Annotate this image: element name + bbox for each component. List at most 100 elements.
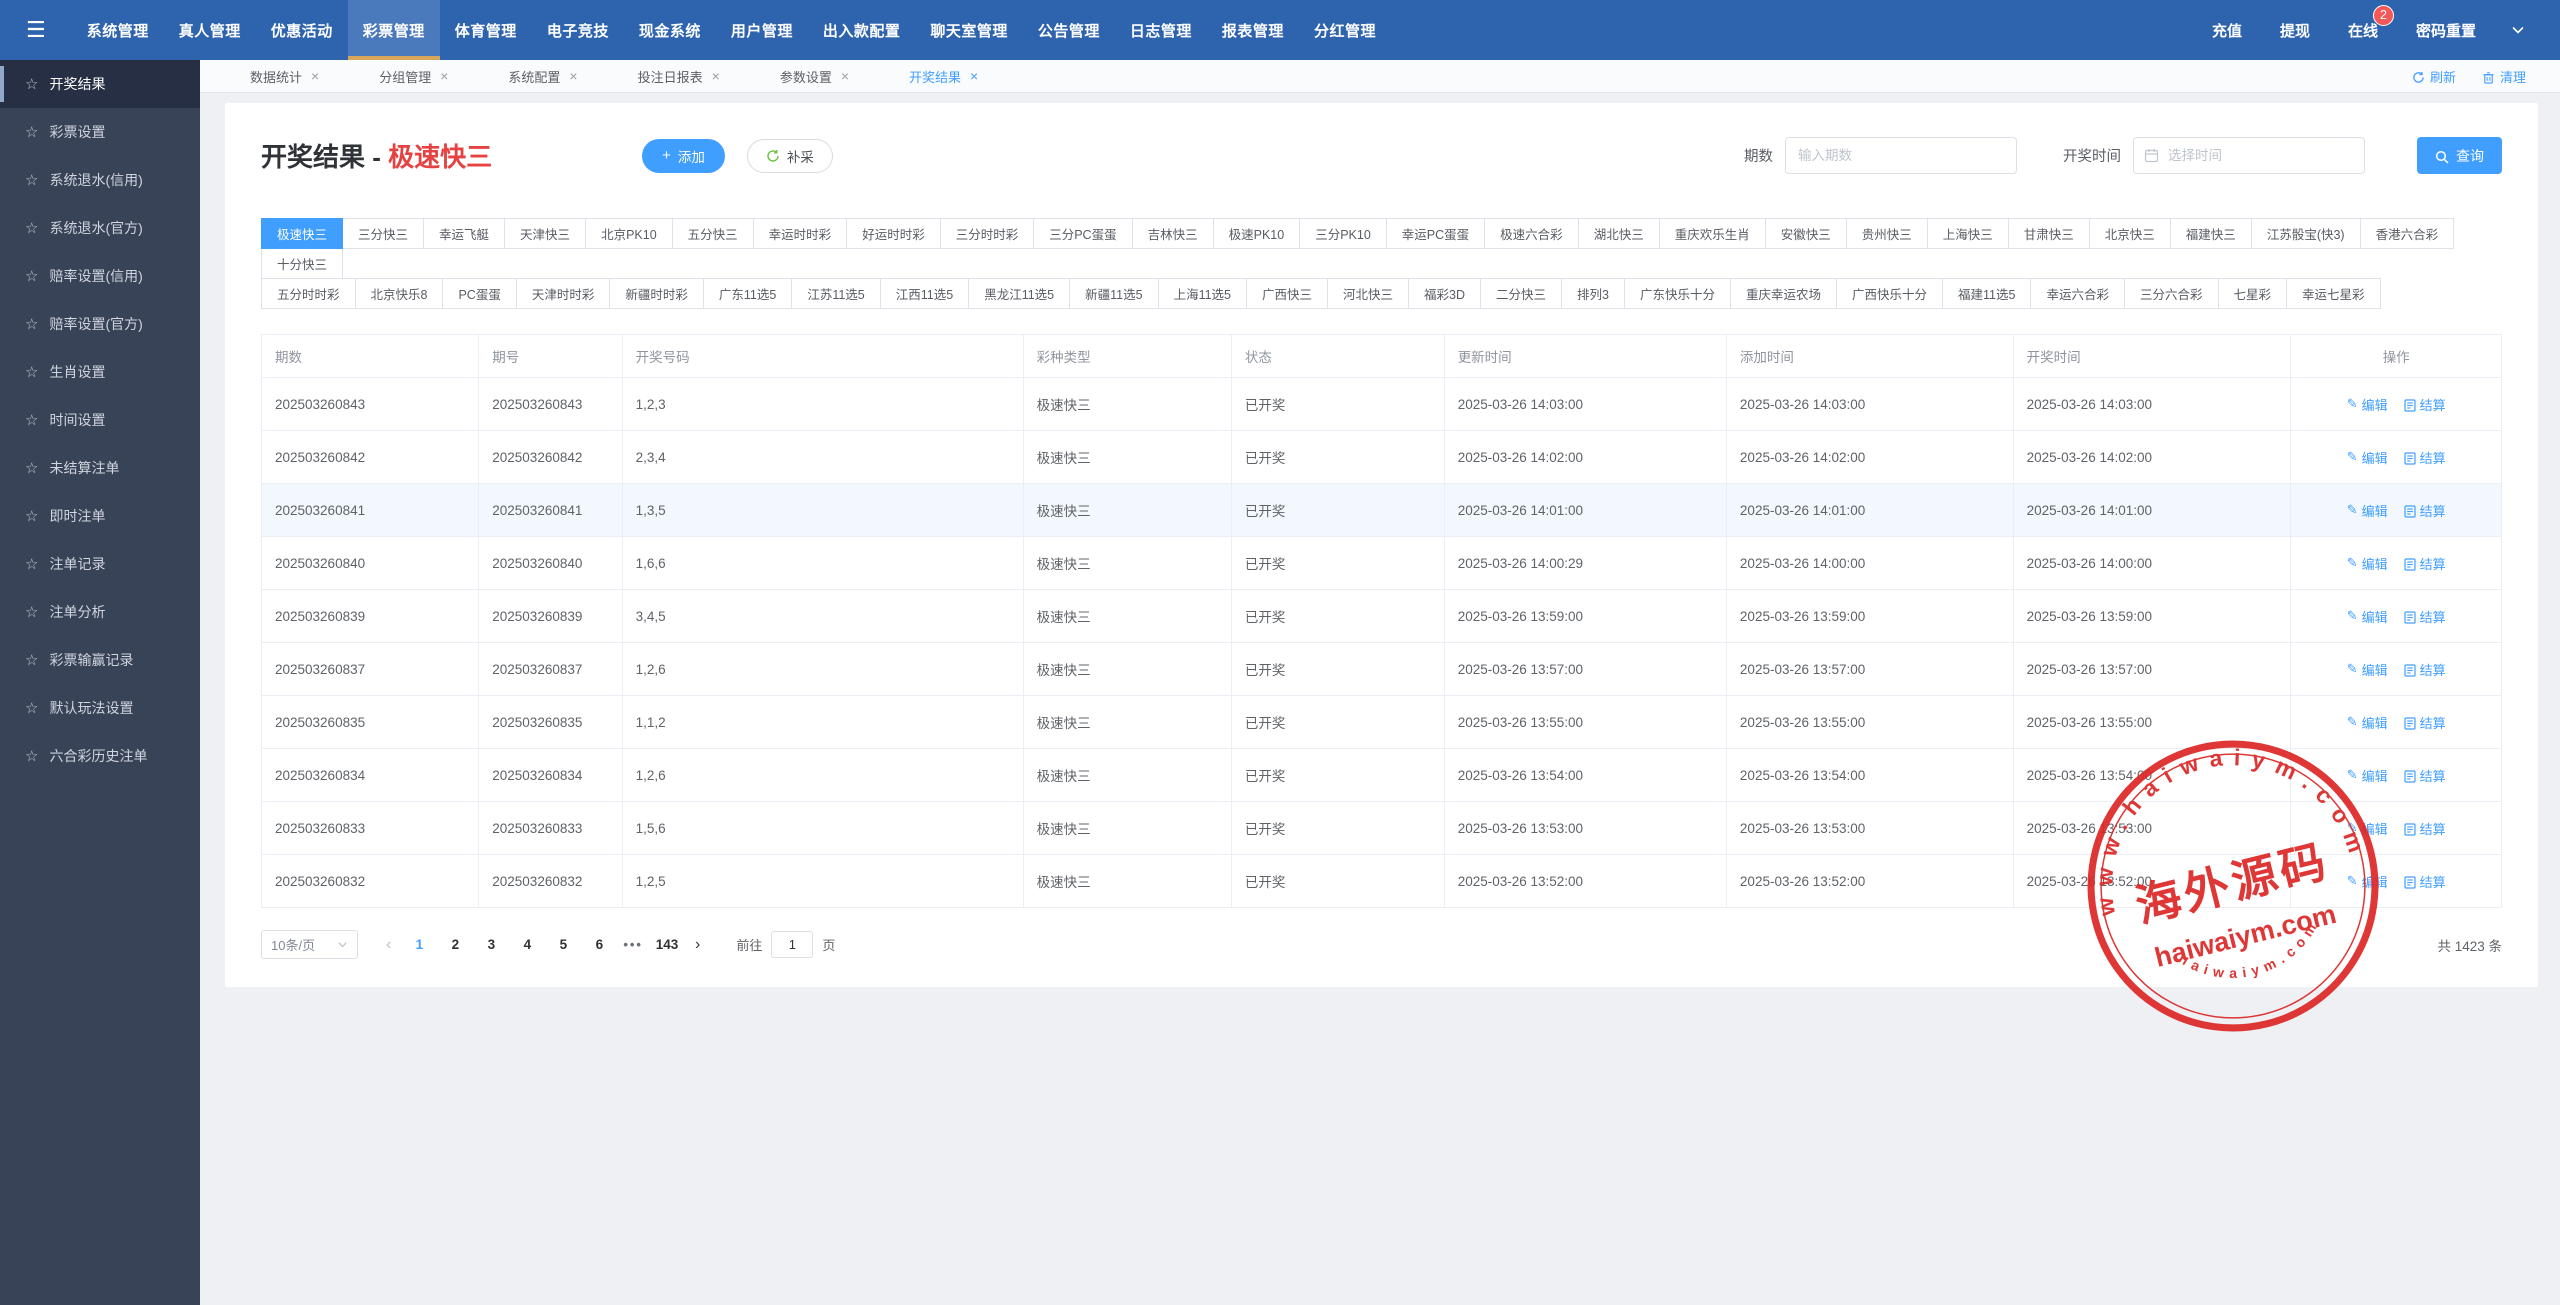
lottery-filter-button[interactable]: 重庆欢乐生肖 (1659, 218, 1766, 249)
lottery-filter-button[interactable]: PC蛋蛋 (442, 278, 516, 309)
sidebar-item[interactable]: ☆ 注单记录 (0, 540, 200, 588)
recollect-button[interactable]: 补采 (747, 139, 833, 173)
workspace-tab[interactable]: 数据统计 × (220, 67, 349, 86)
lottery-filter-button[interactable]: 广西快乐十分 (1836, 278, 1943, 309)
lottery-filter-button[interactable]: 香港六合彩 (2360, 218, 2455, 249)
settle-link[interactable]: 结算 (2404, 713, 2446, 732)
tab-close-icon[interactable]: × (970, 68, 978, 84)
lottery-filter-button[interactable]: 广东11选5 (703, 278, 792, 309)
query-button[interactable]: 查询 (2417, 137, 2502, 174)
workspace-tab[interactable]: 投注日报表 × (608, 67, 750, 86)
sidebar-item[interactable]: ☆ 彩票设置 (0, 108, 200, 156)
sidebar-item[interactable]: ☆ 赔率设置(信用) (0, 252, 200, 300)
lottery-filter-button[interactable]: 天津快三 (504, 218, 586, 249)
lottery-filter-button[interactable]: 极速快三 (261, 218, 343, 249)
workspace-tab[interactable]: 分组管理 × (349, 67, 478, 86)
tab-close-icon[interactable]: × (311, 68, 319, 84)
sidebar-item[interactable]: ☆ 六合彩历史注单 (0, 732, 200, 780)
nav-menu-item[interactable]: 分红管理 (1299, 0, 1391, 60)
lottery-filter-button[interactable]: 七星彩 (2218, 278, 2288, 309)
edit-link[interactable]: ✎ 编辑 (2347, 395, 2388, 414)
lottery-filter-button[interactable]: 幸运飞艇 (423, 218, 505, 249)
lottery-filter-button[interactable]: 贵州快三 (1846, 218, 1928, 249)
nav-menu-item[interactable]: 用户管理 (716, 0, 808, 60)
goto-page-input[interactable] (771, 931, 813, 958)
edit-link[interactable]: ✎ 编辑 (2347, 713, 2388, 732)
nav-menu-item[interactable]: 系统管理 (72, 0, 164, 60)
page-number-button[interactable]: 4 (513, 937, 541, 952)
nav-menu-item[interactable]: 彩票管理 (348, 0, 440, 60)
edit-link[interactable]: ✎ 编辑 (2347, 448, 2388, 467)
settle-link[interactable]: 结算 (2404, 448, 2446, 467)
edit-link[interactable]: ✎ 编辑 (2347, 501, 2388, 520)
lottery-filter-button[interactable]: 北京快三 (2089, 218, 2171, 249)
lottery-filter-button[interactable]: 江苏11选5 (791, 278, 880, 309)
refresh-button[interactable]: 刷新 (2412, 67, 2456, 86)
lottery-filter-button[interactable]: 幸运PC蛋蛋 (1386, 218, 1485, 249)
sidebar-item[interactable]: ☆ 注单分析 (0, 588, 200, 636)
online-link[interactable]: 在线 2 (2348, 20, 2378, 41)
period-input[interactable] (1785, 137, 2017, 174)
sidebar-item[interactable]: ☆ 即时注单 (0, 492, 200, 540)
lottery-filter-button[interactable]: 三分PK10 (1299, 218, 1387, 249)
recharge-link[interactable]: 充值 (2212, 20, 2242, 41)
draw-time-input[interactable] (2133, 137, 2365, 174)
page-number-button[interactable]: 6 (585, 937, 613, 952)
lottery-filter-button[interactable]: 黑龙江11选5 (968, 278, 1070, 309)
chevron-down-icon[interactable] (2510, 22, 2526, 38)
nav-menu-item[interactable]: 电子竞技 (532, 0, 624, 60)
prev-page-button[interactable]: ‹ (386, 936, 391, 954)
page-number-button[interactable]: 1 (405, 937, 433, 952)
last-page-button[interactable]: 143 (653, 937, 681, 952)
lottery-filter-button[interactable]: 江苏骰宝(快3) (2251, 218, 2361, 249)
nav-menu-item[interactable]: 体育管理 (440, 0, 532, 60)
sidebar-item[interactable]: ☆ 未结算注单 (0, 444, 200, 492)
lottery-filter-button[interactable]: 江西11选5 (880, 278, 969, 309)
lottery-filter-button[interactable]: 极速PK10 (1213, 218, 1301, 249)
nav-menu-item[interactable]: 优惠活动 (256, 0, 348, 60)
settle-link[interactable]: 结算 (2404, 395, 2446, 414)
lottery-filter-button[interactable]: 河北快三 (1327, 278, 1409, 309)
settle-link[interactable]: 结算 (2404, 501, 2446, 520)
sidebar-item[interactable]: ☆ 彩票输赢记录 (0, 636, 200, 684)
sidebar-item[interactable]: ☆ 时间设置 (0, 396, 200, 444)
nav-menu-item[interactable]: 公告管理 (1023, 0, 1115, 60)
page-number-button[interactable]: 5 (549, 937, 577, 952)
lottery-filter-button[interactable]: 新疆时时彩 (609, 278, 704, 309)
settle-link[interactable]: 结算 (2404, 660, 2446, 679)
page-ellipsis[interactable]: ••• (623, 937, 643, 952)
next-page-button[interactable]: › (695, 936, 700, 954)
lottery-filter-button[interactable]: 北京PK10 (585, 218, 673, 249)
settle-link[interactable]: 结算 (2404, 819, 2446, 838)
lottery-filter-button[interactable]: 北京快乐8 (355, 278, 444, 309)
lottery-filter-button[interactable]: 福建11选5 (1942, 278, 2031, 309)
sidebar-item[interactable]: ☆ 系统退水(官方) (0, 204, 200, 252)
page-number-button[interactable]: 2 (441, 937, 469, 952)
lottery-filter-button[interactable]: 幸运六合彩 (2030, 278, 2125, 309)
workspace-tab[interactable]: 系统配置 × (478, 67, 607, 86)
tab-close-icon[interactable]: × (440, 68, 448, 84)
nav-menu-item[interactable]: 出入款配置 (808, 0, 916, 60)
lottery-filter-button[interactable]: 幸运七星彩 (2286, 278, 2381, 309)
lottery-filter-button[interactable]: 五分快三 (672, 218, 754, 249)
settle-link[interactable]: 结算 (2404, 766, 2446, 785)
lottery-filter-button[interactable]: 安徽快三 (1765, 218, 1847, 249)
tab-close-icon[interactable]: × (569, 68, 577, 84)
edit-link[interactable]: ✎ 编辑 (2347, 872, 2388, 891)
lottery-filter-button[interactable]: 三分快三 (342, 218, 424, 249)
tab-close-icon[interactable]: × (712, 68, 720, 84)
nav-menu-item[interactable]: 聊天室管理 (915, 0, 1023, 60)
withdraw-link[interactable]: 提现 (2280, 20, 2310, 41)
edit-link[interactable]: ✎ 编辑 (2347, 660, 2388, 679)
lottery-filter-button[interactable]: 广西快三 (1246, 278, 1328, 309)
nav-menu-item[interactable]: 现金系统 (624, 0, 716, 60)
lottery-filter-button[interactable]: 三分六合彩 (2124, 278, 2219, 309)
settle-link[interactable]: 结算 (2404, 607, 2446, 626)
lottery-filter-button[interactable]: 十分快三 (261, 248, 343, 279)
lottery-filter-button[interactable]: 吉林快三 (1132, 218, 1214, 249)
settle-link[interactable]: 结算 (2404, 554, 2446, 573)
tab-close-icon[interactable]: × (841, 68, 849, 84)
lottery-filter-button[interactable]: 天津时时彩 (516, 278, 611, 309)
lottery-filter-button[interactable]: 福建快三 (2170, 218, 2252, 249)
settle-link[interactable]: 结算 (2404, 872, 2446, 891)
